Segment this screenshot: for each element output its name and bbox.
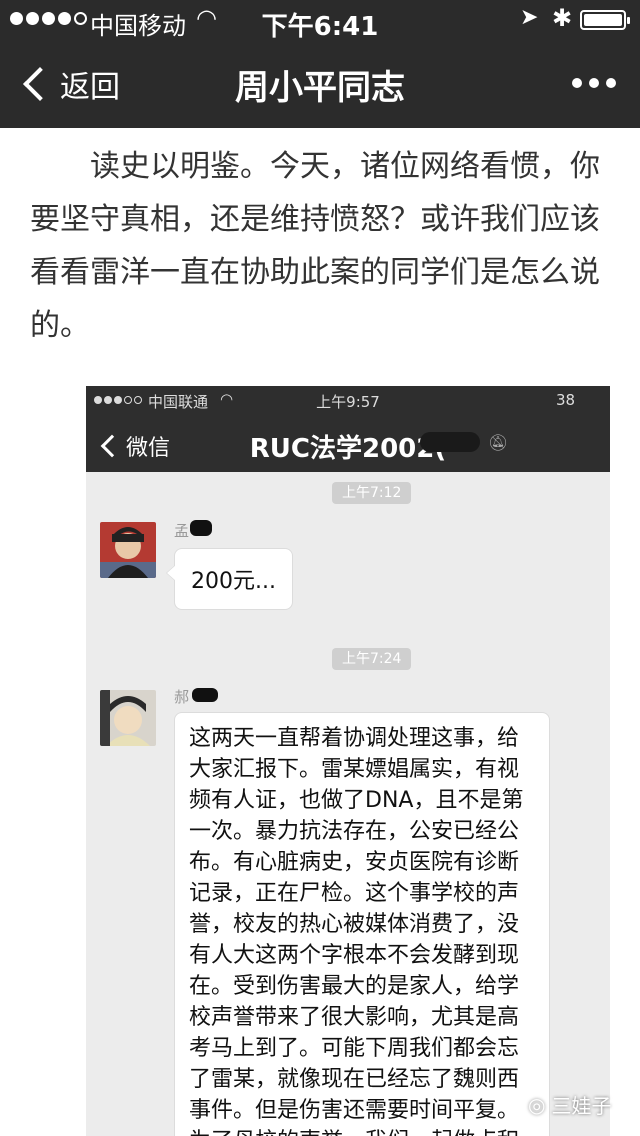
chat-bubble: 这两天一直帮着协调处理这事，给大家汇报下。雷某嫖娼属实，有视频有人证，也做了DN… <box>174 712 550 1136</box>
message-text: 200元... <box>191 569 276 594</box>
embedded-chat-screenshot: 中国联通 ◠ 上午9:57 38 微信 RUC法学2002( 🔕︎ 上午7:12… <box>86 386 610 1136</box>
nav-bar: 返回 周小平同志 <box>0 40 640 128</box>
status-bar: 中国移动 ◠ 下午6:41 ➤ ✱ <box>0 0 640 42</box>
location-icon: ➤ <box>520 5 539 30</box>
screenshot-time: 上午9:57 <box>316 393 380 411</box>
bluetooth-icon: ✱ <box>552 4 573 32</box>
mute-icon: 🔕︎ <box>488 433 509 452</box>
chat-bubble: 200元... <box>166 548 293 610</box>
screenshot-chat-title: RUC法学2002( <box>249 434 447 464</box>
battery-icon <box>580 10 630 30</box>
status-time: 下午6:41 <box>261 12 379 42</box>
screenshot-status-bar: 中国联通 ◠ 上午9:57 38 <box>86 386 610 416</box>
message-text: 这两天一直帮着协调处理这事，给大家汇报下。雷某嫖娼属实，有视频有人证，也做了DN… <box>189 726 524 1136</box>
sender-name: 孟 <box>174 522 190 540</box>
message-timestamp: 上午7:24 <box>332 648 412 670</box>
article-paragraph: 读史以明鉴。今天，诸位网络看惯，你要坚守真相，还是维持愤怒？或许我们应该看看雷洋… <box>30 149 600 343</box>
redaction-mark <box>190 520 212 536</box>
avatar <box>100 522 156 578</box>
page-title: 周小平同志 <box>235 68 405 108</box>
redaction-mark <box>420 432 480 452</box>
sender-name: 郝 <box>174 688 190 706</box>
screenshot-nav-bar: 微信 RUC法学2002( 🔕︎ <box>86 416 610 472</box>
watermark: ◎ 三娃子 <box>528 1090 611 1119</box>
message-timestamp: 上午7:12 <box>332 482 412 504</box>
avatar <box>100 690 156 746</box>
watermark-text: 三娃子 <box>551 1094 612 1118</box>
screenshot-battery-label: 38 <box>556 391 576 409</box>
redaction-mark <box>192 688 218 702</box>
article-body: 读史以明鉴。今天，诸位网络看惯，你要坚守真相，还是维持愤怒？或许我们应该看看雷洋… <box>30 140 620 352</box>
wechat-icon: ◎ <box>528 1092 546 1117</box>
more-options-icon[interactable] <box>572 78 616 88</box>
